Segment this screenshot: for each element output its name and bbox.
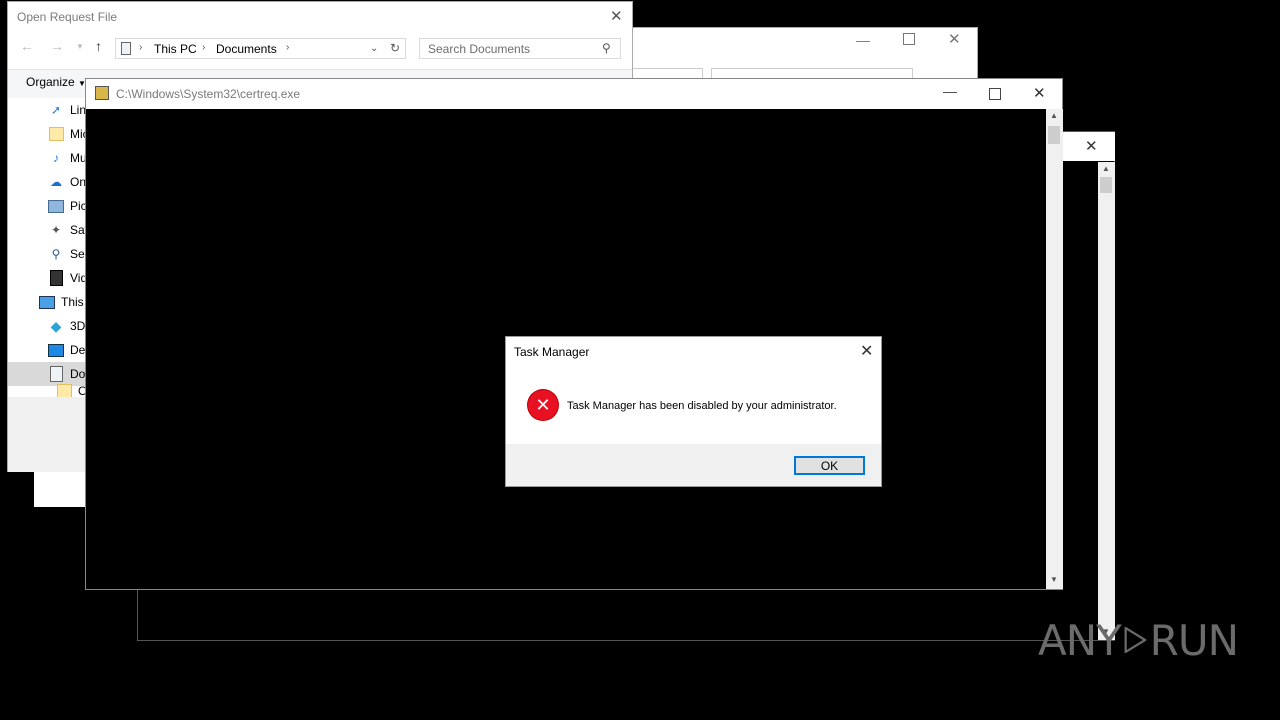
console-title: C:\Windows\System32\certreq.exe <box>116 87 301 101</box>
watermark-text-right: RUN <box>1149 615 1239 665</box>
tree-item-this-pc[interactable]: This <box>39 290 84 314</box>
search-placeholder: Search Documents <box>428 42 531 56</box>
anyrun-watermark: ANY RUN <box>1038 608 1239 672</box>
organize-button[interactable]: Organize ▼ <box>26 75 86 89</box>
close-button[interactable]: ✕ <box>1033 84 1046 102</box>
up-arrow-icon[interactable]: ↑ <box>95 38 102 54</box>
organize-label: Organize <box>26 75 75 89</box>
forward-arrow-icon[interactable]: → <box>50 38 64 54</box>
close-button[interactable]: ✕ <box>860 341 873 360</box>
saved-games-icon: ✦ <box>50 223 62 237</box>
search-input[interactable]: Search Documents ⚲ <box>419 38 621 59</box>
dialog-title: Task Manager <box>514 345 590 359</box>
tree-item-music[interactable]: ♪ Mu <box>48 146 87 170</box>
chevron-right-icon: › <box>286 42 290 53</box>
ok-label: OK <box>820 458 839 473</box>
maximize-button[interactable] <box>903 33 915 45</box>
3d-objects-icon: ◆ <box>50 317 62 334</box>
documents-icon <box>121 42 131 55</box>
recent-dropdown-icon[interactable]: ▼ <box>76 42 84 51</box>
scrollbar[interactable]: ▲ ▼ <box>1046 109 1063 589</box>
back-arrow-icon[interactable]: ← <box>20 38 34 54</box>
tree-label: 3D <box>70 319 86 333</box>
maximize-button[interactable] <box>989 88 1001 100</box>
chevron-right-icon: › <box>202 42 206 53</box>
onedrive-icon: ☁ <box>50 175 62 189</box>
minimize-button[interactable]: — <box>943 83 957 99</box>
videos-icon <box>48 270 64 286</box>
background-window: — ✕ <box>630 27 978 84</box>
minimize-button[interactable]: — <box>856 32 870 48</box>
scrollbar[interactable]: ▲ ▼ <box>1098 162 1115 640</box>
scroll-thumb[interactable] <box>1100 177 1112 193</box>
tree-item-3d-objects[interactable]: ◆ 3D <box>48 314 86 338</box>
dialog-title: Open Request File <box>17 10 118 24</box>
scroll-up-arrow-icon[interactable]: ▲ <box>1102 164 1110 173</box>
tree-item-folder[interactable]: Mic <box>48 122 89 146</box>
close-button[interactable]: ✕ <box>610 7 623 25</box>
scroll-thumb[interactable] <box>1048 126 1060 144</box>
address-bar[interactable]: › This PC › Documents › ⌄ ↻ <box>115 38 406 59</box>
documents-icon <box>48 366 64 382</box>
this-pc-icon <box>39 294 55 310</box>
tree-label: Lin <box>70 103 87 117</box>
desktop-icon <box>48 342 64 358</box>
tree-item-pictures[interactable]: Pic <box>48 194 87 218</box>
breadcrumb-this-pc[interactable]: This PC <box>154 42 197 56</box>
tree-label: This <box>61 295 84 309</box>
console-window: C:\Windows\System32\certreq.exe — ✕ ▲ ▼ <box>85 78 1063 590</box>
tree-item-onedrive[interactable]: ☁ On <box>48 170 86 194</box>
music-icon: ♪ <box>53 151 59 165</box>
tree-label: On <box>70 175 87 189</box>
search-folder-icon: ⚲ <box>51 247 61 261</box>
task-manager-dialog: Task Manager ✕ ✕ Task Manager has been d… <box>505 336 882 487</box>
chevron-down-icon[interactable]: ⌄ <box>370 43 378 54</box>
scroll-up-arrow-icon[interactable]: ▲ <box>1050 111 1058 120</box>
search-icon: ⚲ <box>602 41 611 55</box>
folder-icon <box>56 384 72 398</box>
error-message: Task Manager has been disabled by your a… <box>567 400 837 412</box>
tree-item-videos[interactable]: Vid <box>48 266 87 290</box>
breadcrumb-documents[interactable]: Documents <box>216 42 277 56</box>
tree-item-links[interactable]: ➚ Lin <box>48 98 86 122</box>
error-icon: ✕ <box>528 390 558 420</box>
console-app-icon <box>95 86 109 100</box>
watermark-text-left: ANY <box>1038 615 1122 665</box>
links-icon: ➚ <box>50 103 62 117</box>
pictures-icon <box>48 198 64 214</box>
tree-item-subfolder[interactable]: O <box>56 384 87 398</box>
scroll-down-arrow-icon[interactable]: ▼ <box>1050 575 1058 584</box>
close-button[interactable]: ✕ <box>1085 137 1098 155</box>
chevron-right-icon: › <box>139 42 143 53</box>
ok-button[interactable]: OK <box>794 456 865 475</box>
close-button[interactable]: ✕ <box>948 30 961 48</box>
folder-icon <box>48 126 64 142</box>
window-fragment <box>34 472 86 507</box>
refresh-icon[interactable]: ↻ <box>390 41 400 55</box>
play-logo-icon <box>1124 626 1147 654</box>
